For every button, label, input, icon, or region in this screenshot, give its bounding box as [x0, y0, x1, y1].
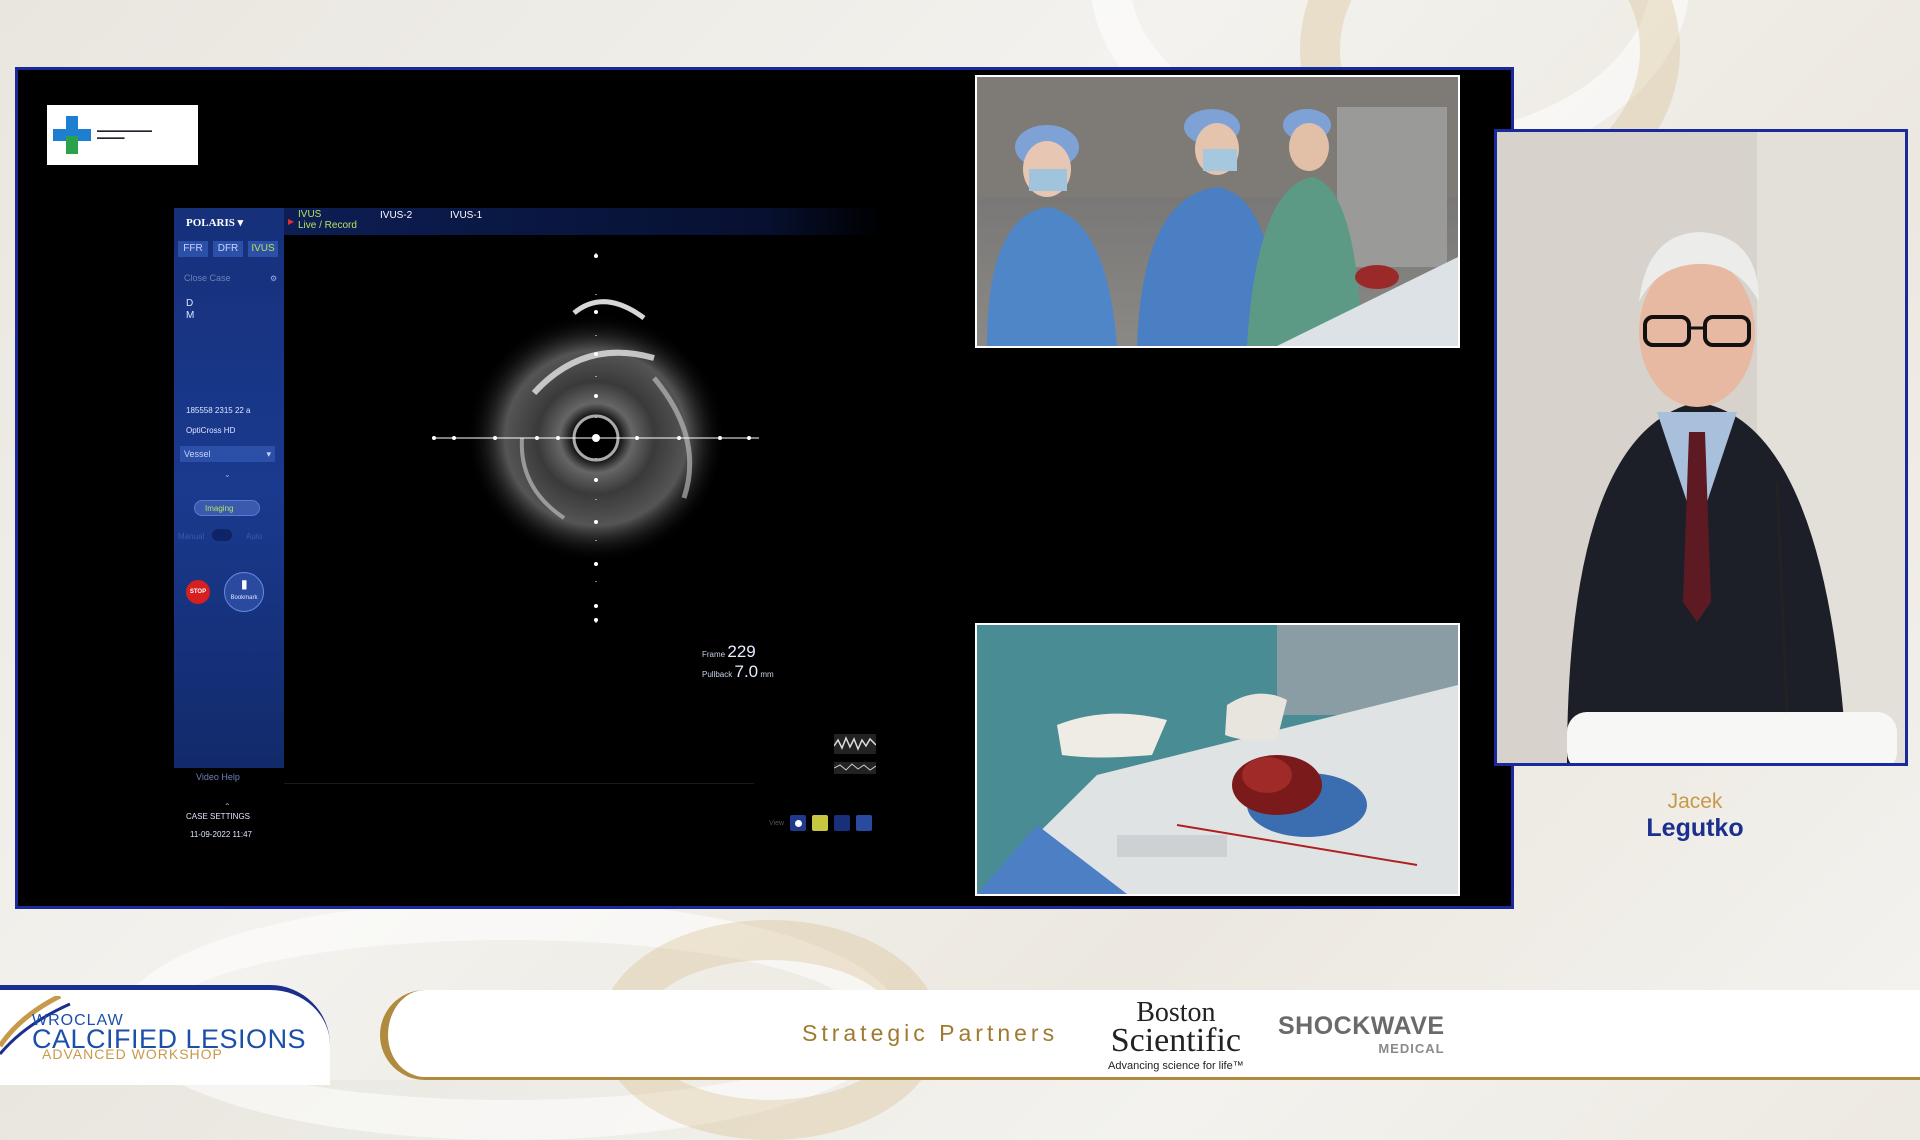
- pullback-unit: mm: [760, 670, 774, 679]
- waveform-thumbnail: [834, 734, 876, 774]
- vessel-select[interactable]: Vessel ▾: [180, 446, 275, 462]
- patient-id: 185558 2315 22 a: [186, 406, 251, 415]
- catheter-name: OptiCross HD: [186, 426, 236, 435]
- bookmark-icon: ▮: [241, 577, 248, 591]
- presenter-name: Jacek Legutko: [1620, 790, 1770, 843]
- ivus-sidebar: POLARIS ▾ FFR DFR IVUS Close Case ⚙ D M …: [174, 208, 284, 839]
- chevron-down-icon: ▾: [266, 449, 271, 459]
- view-active-button[interactable]: [812, 815, 829, 831]
- tab-ffr[interactable]: FFR: [178, 241, 208, 257]
- frame-readout: Frame 229 Pullback 7.0 mm: [702, 642, 774, 682]
- tab-ivus-live[interactable]: IVUS: [298, 209, 321, 220]
- collapse-icon[interactable]: ⌃: [224, 802, 231, 811]
- live-record-label: Live / Record: [298, 220, 357, 231]
- polaris-menu[interactable]: POLARIS ▾: [186, 216, 243, 229]
- ivus-topbar: ▶ IVUS Live / Record IVUS-2 IVUS-1: [284, 208, 884, 235]
- shockwave-sub: MEDICAL: [1378, 1041, 1445, 1056]
- tab-ivus-1[interactable]: IVUS-1: [450, 210, 482, 221]
- presenter-first-name: Jacek: [1667, 790, 1723, 813]
- video-feed-surgeons: [975, 75, 1460, 348]
- view-circle-button[interactable]: [790, 815, 807, 831]
- record-indicator-icon: ▶: [288, 217, 295, 226]
- bs-tagline: Advancing science for life™: [1108, 1060, 1244, 1072]
- view-controls: View: [769, 815, 873, 831]
- surgeons-scene-image: [977, 77, 1458, 346]
- case-date: 11-09-2022 11:47: [190, 830, 252, 839]
- medical-cross-icon: [53, 116, 91, 154]
- presenter-video: [1494, 129, 1908, 766]
- close-case-button[interactable]: Close Case: [180, 270, 262, 286]
- tab-ivus[interactable]: IVUS: [248, 241, 278, 257]
- boston-scientific-logo: Boston Scientific Advancing science for …: [1108, 999, 1244, 1073]
- tab-dfr[interactable]: DFR: [213, 241, 243, 257]
- strategic-partners-label: Strategic Partners: [802, 1020, 1059, 1046]
- settings-icon[interactable]: ⚙: [270, 274, 277, 283]
- frame-label: Frame: [702, 650, 726, 659]
- main-stage: ▬▬▬▬▬▬▬▬▬▬ ▬▬▬▬▬ POLARIS ▾ FFR DFR IVUS C…: [15, 67, 1514, 909]
- tab-ivus-2[interactable]: IVUS-2: [380, 210, 412, 221]
- video-feed-procedure: [975, 623, 1460, 896]
- pullback-value: 7.0: [734, 662, 759, 681]
- manual-label: Manual: [178, 532, 205, 541]
- procedure-scene-image: [977, 625, 1458, 894]
- case-settings-button[interactable]: CASE SETTINGS: [186, 812, 250, 821]
- bookmark-button[interactable]: ▮ Bookmark: [224, 572, 264, 612]
- view-split-button[interactable]: [834, 815, 851, 831]
- imaging-toggle[interactable]: Imaging: [194, 500, 260, 516]
- ivus-cross-section-image: [432, 253, 759, 623]
- patient-initial-d: D: [186, 298, 194, 309]
- pullback-label: Pullback: [702, 670, 733, 679]
- shockwave-logo: SHOCKWAVE MEDICAL: [1278, 1012, 1445, 1056]
- presenter-image: [1497, 132, 1905, 763]
- bs-logo-line2: Scientific: [1110, 1022, 1242, 1059]
- patient-initial-m: M: [186, 310, 195, 321]
- imaging-label: Imaging: [205, 504, 234, 513]
- stop-button[interactable]: STOP: [186, 580, 210, 604]
- presenter-last-name: Legutko: [1646, 814, 1744, 842]
- frame-value: 229: [727, 642, 756, 661]
- timeline-axis: [284, 783, 754, 784]
- video-help-button[interactable]: Video Help: [196, 772, 240, 782]
- auto-label: Auto: [246, 532, 263, 541]
- hospital-logo: ▬▬▬▬▬▬▬▬▬▬ ▬▬▬▬▬: [47, 105, 198, 165]
- hospital-logo-text: ▬▬▬▬▬▬▬▬▬▬ ▬▬▬▬▬: [97, 128, 152, 141]
- manual-auto-switch[interactable]: [212, 529, 232, 541]
- view-pullback-button[interactable]: [856, 815, 873, 831]
- ivus-console: POLARIS ▾ FFR DFR IVUS Close Case ⚙ D M …: [174, 208, 884, 839]
- view-label: View: [769, 819, 785, 827]
- shockwave-name: SHOCKWAVE: [1278, 1012, 1445, 1040]
- workshop-subtitle: ADVANCED WORKSHOP: [42, 1046, 223, 1062]
- vessel-select-value: Vessel: [184, 449, 211, 459]
- expand-icon[interactable]: ⌄: [224, 470, 231, 479]
